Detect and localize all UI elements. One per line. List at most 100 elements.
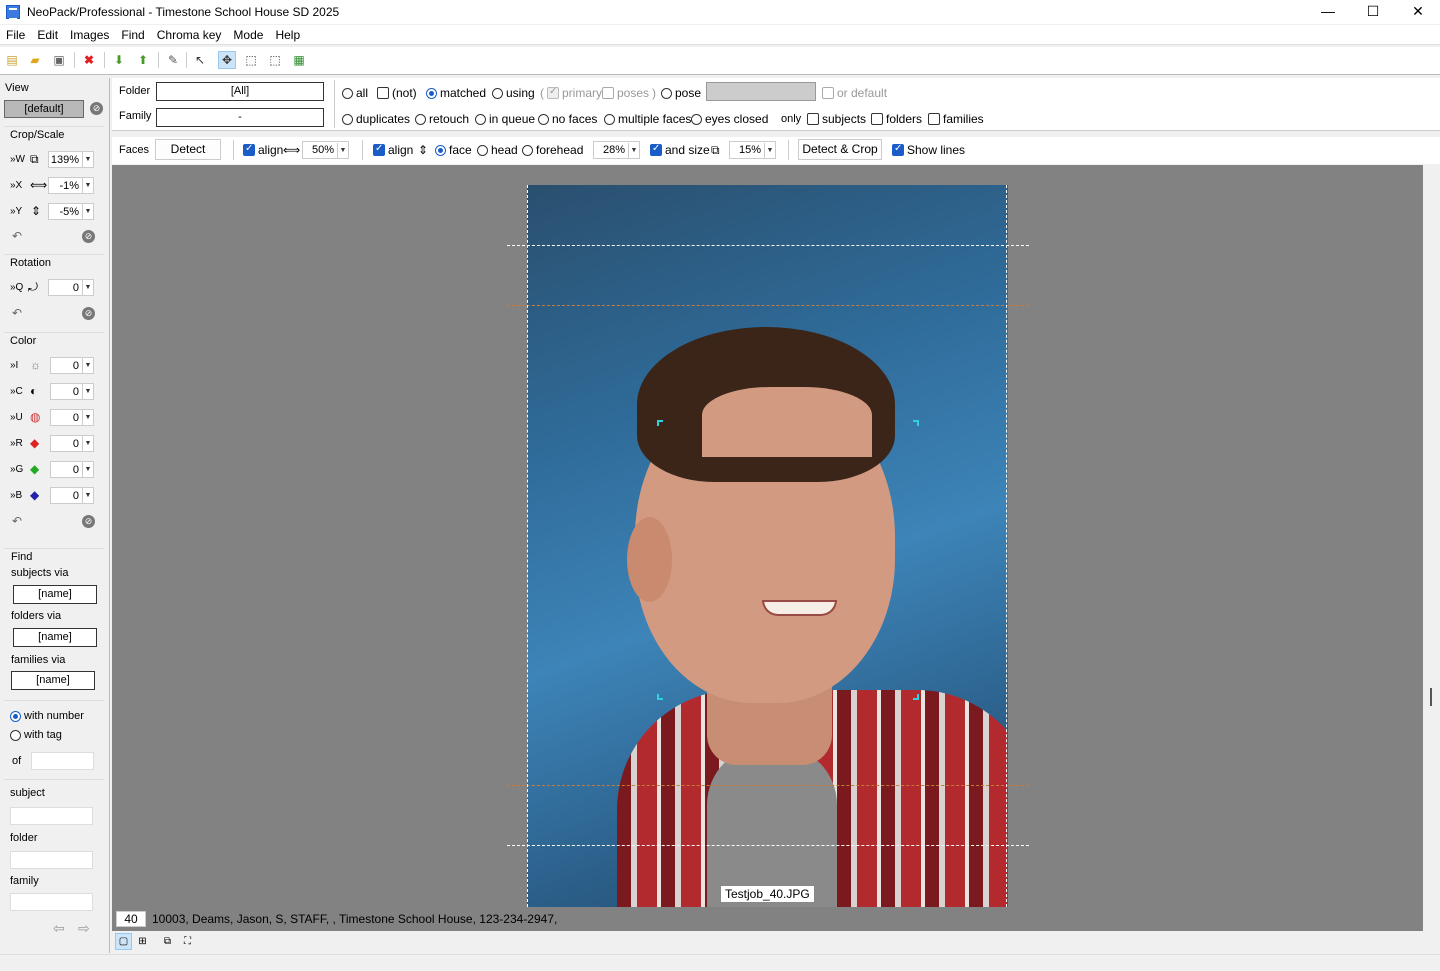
top-guide-line[interactable]: [507, 245, 1029, 246]
folders-checkbox[interactable]: folders: [871, 112, 922, 126]
view-select[interactable]: [default]: [4, 100, 84, 118]
single-view-icon[interactable]: ▢: [115, 933, 132, 950]
crop-w-spinner[interactable]: 139% ▼: [48, 151, 94, 168]
next-arrow-icon[interactable]: ⇨: [78, 921, 90, 935]
retouch-radio[interactable]: retouch: [415, 112, 469, 126]
all-radio[interactable]: all: [342, 86, 368, 100]
previous-arrow-icon[interactable]: ⇦: [53, 921, 65, 935]
menu-images[interactable]: Images: [64, 28, 115, 42]
menu-file[interactable]: File: [0, 28, 31, 42]
subjects-checkbox[interactable]: subjects: [807, 112, 866, 126]
duplicates-radio[interactable]: duplicates: [342, 112, 410, 126]
portrait-photo[interactable]: [527, 185, 1008, 907]
marquee-icon[interactable]: ⬚: [266, 51, 284, 69]
green-screen-icon[interactable]: ▦: [290, 51, 308, 69]
family-field[interactable]: -: [156, 108, 324, 127]
crop-x-spinner[interactable]: -1% ▼: [48, 177, 94, 194]
brush-icon[interactable]: ✎: [164, 51, 182, 69]
panel-resize-grip[interactable]: [1430, 688, 1432, 706]
bottom-guide-line[interactable]: [507, 845, 1029, 846]
image-canvas[interactable]: Testjob_40.JPG: [112, 165, 1423, 931]
forehead-radio[interactable]: forehead: [522, 143, 583, 157]
subject-field[interactable]: [10, 807, 93, 825]
saturation-spinner[interactable]: 0 ▼: [50, 409, 94, 426]
primary-checkbox[interactable]: (primary: [540, 86, 602, 100]
eyes-closed-radio[interactable]: eyes closed: [691, 112, 768, 126]
subject-label: subject: [10, 787, 45, 799]
color-reset-icon[interactable]: ⊘: [82, 515, 95, 528]
red-spinner[interactable]: 0 ▼: [50, 435, 94, 452]
import-icon[interactable]: ⬇: [110, 51, 128, 69]
export-icon[interactable]: ⬆: [134, 51, 152, 69]
families-checkbox[interactable]: families: [928, 112, 984, 126]
minimize-button[interactable]: —: [1305, 0, 1351, 24]
matched-radio[interactable]: matched: [426, 86, 486, 100]
save-icon[interactable]: ▣: [50, 51, 68, 69]
detect-button[interactable]: Detect: [155, 139, 221, 160]
size-spinner[interactable]: 15% ▼: [729, 141, 776, 159]
not-checkbox[interactable]: (not): [377, 86, 417, 100]
delete-icon[interactable]: ✖: [80, 51, 98, 69]
of-field[interactable]: [31, 752, 94, 770]
in-queue-radio[interactable]: in queue: [475, 112, 535, 126]
rotation-undo-icon[interactable]: ↶: [12, 306, 22, 320]
blue-spinner[interactable]: 0 ▼: [50, 487, 94, 504]
folders-name-field[interactable]: [name]: [13, 628, 97, 647]
families-name-field[interactable]: [name]: [11, 671, 95, 690]
menu-mode[interactable]: Mode: [227, 28, 269, 42]
face-radio[interactable]: face: [435, 143, 472, 157]
with-tag-radio[interactable]: with tag: [10, 729, 62, 741]
contrast-spinner[interactable]: 0 ▼: [50, 383, 94, 400]
detect-crop-button[interactable]: Detect & Crop: [798, 139, 882, 160]
color-undo-icon[interactable]: ↶: [12, 514, 22, 528]
compare-view-icon[interactable]: ⧉: [159, 933, 176, 950]
brightness-spinner[interactable]: 0 ▼: [50, 357, 94, 374]
horizontal-scrollbar[interactable]: [0, 954, 1440, 971]
family-field[interactable]: [10, 893, 93, 911]
new-icon[interactable]: ▤: [3, 51, 21, 69]
no-faces-radio[interactable]: no faces: [538, 112, 597, 126]
toolbar: ▤ ▰ ▣ ✖ ⬇ ⬆ ✎ ↖ ✥ ⬚ ⬚ ▦: [0, 47, 1440, 75]
crop-undo-icon[interactable]: ↶: [12, 229, 22, 243]
grid-view-icon[interactable]: ⊞: [134, 933, 151, 950]
align-vertical-checkbox[interactable]: align: [373, 143, 413, 157]
right-crop-line[interactable]: [1006, 185, 1007, 907]
menu-chroma-key[interactable]: Chroma key: [151, 28, 228, 42]
using-radio[interactable]: using: [492, 86, 535, 100]
chin-guide-line[interactable]: [507, 785, 1029, 786]
head-radio[interactable]: head: [477, 143, 518, 157]
menu-find[interactable]: Find: [115, 28, 150, 42]
left-crop-line[interactable]: [527, 185, 528, 907]
crop-reset-icon[interactable]: ⊘: [82, 230, 95, 243]
align-horizontal-spinner[interactable]: 50% ▼: [302, 141, 349, 159]
crop-y-spinner[interactable]: -5% ▼: [48, 203, 94, 220]
multiple-faces-radio[interactable]: multiple faces: [604, 112, 691, 126]
menu-help[interactable]: Help: [269, 28, 306, 42]
lock-view-icon[interactable]: ⛶: [179, 933, 196, 950]
rotation-reset-icon[interactable]: ⊘: [82, 307, 95, 320]
folder-field[interactable]: [10, 851, 93, 869]
open-folder-icon[interactable]: ▰: [26, 51, 44, 69]
or-default-checkbox[interactable]: or default: [822, 86, 887, 100]
pose-radio[interactable]: pose: [661, 86, 701, 100]
poses-checkbox[interactable]: poses): [602, 86, 656, 100]
pose-select[interactable]: [706, 82, 816, 101]
and-size-checkbox[interactable]: and size: [650, 143, 710, 157]
folder-field[interactable]: [All]: [156, 82, 324, 101]
subjects-name-field[interactable]: [name]: [13, 585, 97, 604]
close-button[interactable]: ✕: [1395, 0, 1440, 24]
green-spinner[interactable]: 0 ▼: [50, 461, 94, 478]
crop-select-icon[interactable]: ⬚: [242, 51, 260, 69]
vertical-percent-spinner[interactable]: 28% ▼: [593, 141, 640, 159]
view-reset-icon[interactable]: ⊘: [90, 102, 103, 115]
record-number-field[interactable]: 40: [116, 911, 146, 927]
maximize-button[interactable]: ☐: [1350, 0, 1396, 24]
menu-edit[interactable]: Edit: [31, 28, 64, 42]
align-horizontal-checkbox[interactable]: align: [243, 143, 283, 157]
show-lines-checkbox[interactable]: Show lines: [892, 143, 965, 157]
rotation-spinner[interactable]: 0 ▼: [48, 279, 94, 296]
move-icon[interactable]: ✥: [218, 51, 236, 69]
with-number-radio[interactable]: with number: [10, 710, 84, 722]
pointer-icon[interactable]: ↖: [191, 51, 209, 69]
head-top-guide-line[interactable]: [507, 305, 1029, 306]
